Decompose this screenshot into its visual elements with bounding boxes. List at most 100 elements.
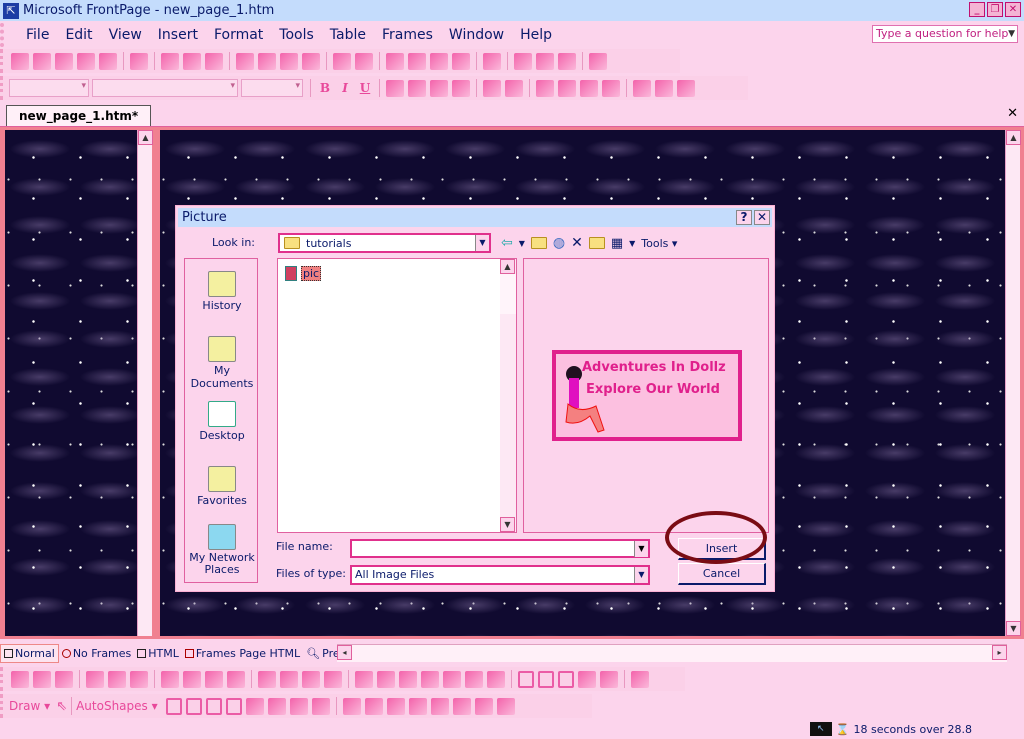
cancel-button[interactable]: Cancel <box>678 563 766 585</box>
menu-window[interactable]: Window <box>441 27 512 43</box>
file-item[interactable]: pic <box>285 266 322 281</box>
numbering-icon[interactable] <box>536 79 554 97</box>
scroll-left-arrow[interactable]: ◂ <box>337 645 352 660</box>
left-frame-scrollbar[interactable]: ▲ <box>137 130 153 636</box>
horizontal-scrollbar[interactable]: ◂ ▸ <box>337 644 1007 662</box>
insert-table-icon[interactable] <box>408 52 426 70</box>
menu-frames[interactable]: Frames <box>374 27 441 43</box>
menu-insert[interactable]: Insert <box>150 27 206 43</box>
scroll-up-arrow[interactable]: ▲ <box>500 259 515 274</box>
undo-icon[interactable] <box>333 52 351 70</box>
menu-format[interactable]: Format <box>206 27 271 43</box>
fill-color-icon[interactable] <box>342 697 361 715</box>
place-favorites[interactable]: Favorites <box>185 466 259 507</box>
chevron-down-icon[interactable]: ▼ <box>634 567 648 583</box>
scroll-thumb[interactable] <box>500 274 516 314</box>
send-backward-icon[interactable] <box>130 670 148 688</box>
more-contrast-icon[interactable] <box>258 670 276 688</box>
bullets-icon[interactable] <box>558 79 576 97</box>
right-frame-scrollbar[interactable]: ▲ ▼ <box>1005 130 1021 636</box>
auto-thumbnail-icon[interactable] <box>55 670 73 688</box>
decrease-indent-icon[interactable] <box>580 79 598 97</box>
rotate-right-icon[interactable] <box>183 670 201 688</box>
select-icon[interactable] <box>518 670 534 688</box>
place-desktop[interactable]: Desktop <box>185 401 259 442</box>
place-my-documents[interactable]: My Documents <box>185 336 259 390</box>
underline-button[interactable]: U <box>355 81 375 95</box>
highlight-icon[interactable] <box>655 79 673 97</box>
back-dropdown-icon[interactable]: ▼ <box>519 239 525 248</box>
resample-icon[interactable] <box>487 670 505 688</box>
font-combo[interactable] <box>92 79 238 97</box>
paste-icon[interactable] <box>280 52 298 70</box>
insert-picture-icon[interactable] <box>11 670 29 688</box>
hyperlink-icon[interactable] <box>483 52 501 70</box>
text-icon[interactable] <box>33 670 51 688</box>
rectangle-icon[interactable] <box>205 697 222 715</box>
style-combo[interactable] <box>9 79 89 97</box>
more-brightness-icon[interactable] <box>302 670 320 688</box>
drawing-icon[interactable] <box>452 52 470 70</box>
publish-icon[interactable] <box>99 52 117 70</box>
3d-icon[interactable] <box>496 697 515 715</box>
delete-icon[interactable]: ✕ <box>571 235 583 251</box>
line-style-icon[interactable] <box>377 670 395 688</box>
position-absolutely-icon[interactable] <box>86 670 104 688</box>
borders-icon[interactable] <box>633 79 651 97</box>
close-button[interactable]: ✕ <box>1005 2 1021 17</box>
open-icon[interactable] <box>33 52 51 70</box>
web-component-icon[interactable] <box>386 52 404 70</box>
bring-forward-icon[interactable] <box>108 670 126 688</box>
arrow-style-icon[interactable] <box>452 697 471 715</box>
menu-table[interactable]: Table <box>322 27 374 43</box>
print-preview-icon[interactable] <box>183 52 201 70</box>
new-page-icon[interactable] <box>11 52 29 70</box>
refresh-icon[interactable] <box>514 52 532 70</box>
restore-button[interactable]: ❐ <box>987 2 1003 17</box>
italic-button[interactable]: I <box>335 81 355 95</box>
close-document-icon[interactable]: ✕ <box>1007 106 1018 121</box>
scroll-down-arrow[interactable]: ▼ <box>1006 621 1021 636</box>
cut-icon[interactable] <box>236 52 254 70</box>
decrease-font-icon[interactable] <box>505 79 523 97</box>
font-color-icon[interactable] <box>386 697 405 715</box>
menu-file[interactable]: File <box>18 27 57 43</box>
tools-menu[interactable]: Tools ▾ <box>641 237 677 250</box>
select-objects-icon[interactable]: ⇖ <box>56 699 67 714</box>
file-list[interactable] <box>277 258 517 533</box>
tab-normal[interactable]: Normal <box>0 644 59 663</box>
align-left-icon[interactable] <box>386 79 404 97</box>
color-icon[interactable] <box>443 670 461 688</box>
line-icon[interactable] <box>165 697 182 715</box>
text-box-icon[interactable] <box>245 697 264 715</box>
place-history[interactable]: History <box>185 271 259 312</box>
dash-style-icon[interactable] <box>430 697 449 715</box>
up-folder-icon[interactable] <box>530 237 547 249</box>
search-web-icon[interactable]: ◍ <box>553 235 565 251</box>
menu-tools[interactable]: Tools <box>271 27 322 43</box>
stop-icon[interactable] <box>536 52 554 70</box>
less-contrast-icon[interactable] <box>280 670 298 688</box>
search-icon[interactable] <box>77 52 95 70</box>
increase-font-icon[interactable] <box>483 79 501 97</box>
circle-hotspot-icon[interactable] <box>558 670 574 688</box>
polygon-hotspot-icon[interactable] <box>578 670 596 688</box>
center-icon[interactable] <box>408 79 426 97</box>
help-button[interactable]: ? <box>736 210 752 225</box>
tab-new-page-1[interactable]: new_page_1.htm* <box>6 105 152 126</box>
format-picture-icon[interactable] <box>399 670 417 688</box>
frontpage-app-icon[interactable]: ⇱ <box>3 2 19 19</box>
menu-help[interactable]: Help <box>512 27 560 43</box>
clip-art-icon[interactable] <box>289 697 308 715</box>
rotate-left-icon[interactable] <box>161 670 179 688</box>
menu-edit[interactable]: Edit <box>57 27 100 43</box>
files-of-type-select[interactable]: All Image Files ▼ <box>350 565 650 585</box>
dialog-close-button[interactable]: ✕ <box>754 210 770 225</box>
look-in-combo[interactable]: tutorials ▼ <box>278 233 491 253</box>
show-all-icon[interactable] <box>558 52 576 70</box>
flip-vertical-icon[interactable] <box>227 670 245 688</box>
font-size-combo[interactable] <box>241 79 303 97</box>
oval-icon[interactable] <box>225 697 242 715</box>
place-my-network-places[interactable]: My Network Places <box>185 524 259 576</box>
flip-horizontal-icon[interactable] <box>205 670 223 688</box>
